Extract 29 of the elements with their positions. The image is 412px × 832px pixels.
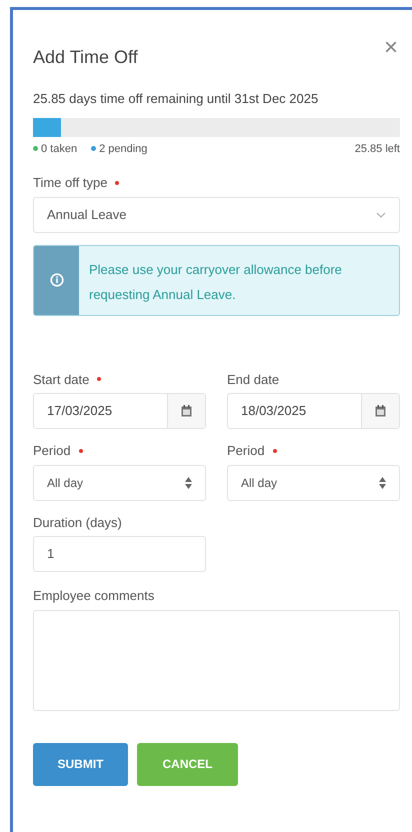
alert-message: Please use your carryover allowance before requesting Annual Leave. <box>88 260 343 304</box>
calendar-icon <box>181 405 192 417</box>
duration-field[interactable]: 1 <box>33 536 206 572</box>
sort-arrows-icon <box>379 476 386 488</box>
field-label: Employee comments <box>33 587 154 605</box>
field-label: Period <box>227 442 265 460</box>
calendar-button[interactable] <box>167 394 205 428</box>
submit-button[interactable]: SUBMIT <box>33 742 128 786</box>
dialog-title: Add Time Off <box>33 46 138 69</box>
field-label: Time off type <box>33 174 108 192</box>
close-button[interactable]: × <box>384 36 398 60</box>
field-label: Start date <box>33 370 90 388</box>
info-icon <box>50 273 64 287</box>
date-field[interactable]: 18/03/2025 <box>227 393 400 429</box>
field-label: Duration (days) <box>33 514 122 532</box>
sort-arrows-icon <box>185 476 192 488</box>
legend-label: 2 pending <box>99 142 148 156</box>
remaining-label: 25.85 left <box>354 142 400 156</box>
chevron-down-icon <box>376 212 386 218</box>
legend-label: 0 taken <box>41 142 78 156</box>
time-off-type-select[interactable]: Annual Leave <box>33 196 400 232</box>
period-select[interactable]: All day <box>227 464 400 500</box>
calendar-button[interactable] <box>361 394 399 428</box>
field-label: Period <box>33 442 71 460</box>
balance-summary: 25.85 days time off remaining until 31st Dec 2025 <box>33 90 320 108</box>
calendar-icon <box>375 405 386 417</box>
field-label: End date <box>227 370 280 388</box>
period-select[interactable]: All day <box>33 464 206 500</box>
date-field[interactable]: 17/03/2025 <box>33 393 206 429</box>
